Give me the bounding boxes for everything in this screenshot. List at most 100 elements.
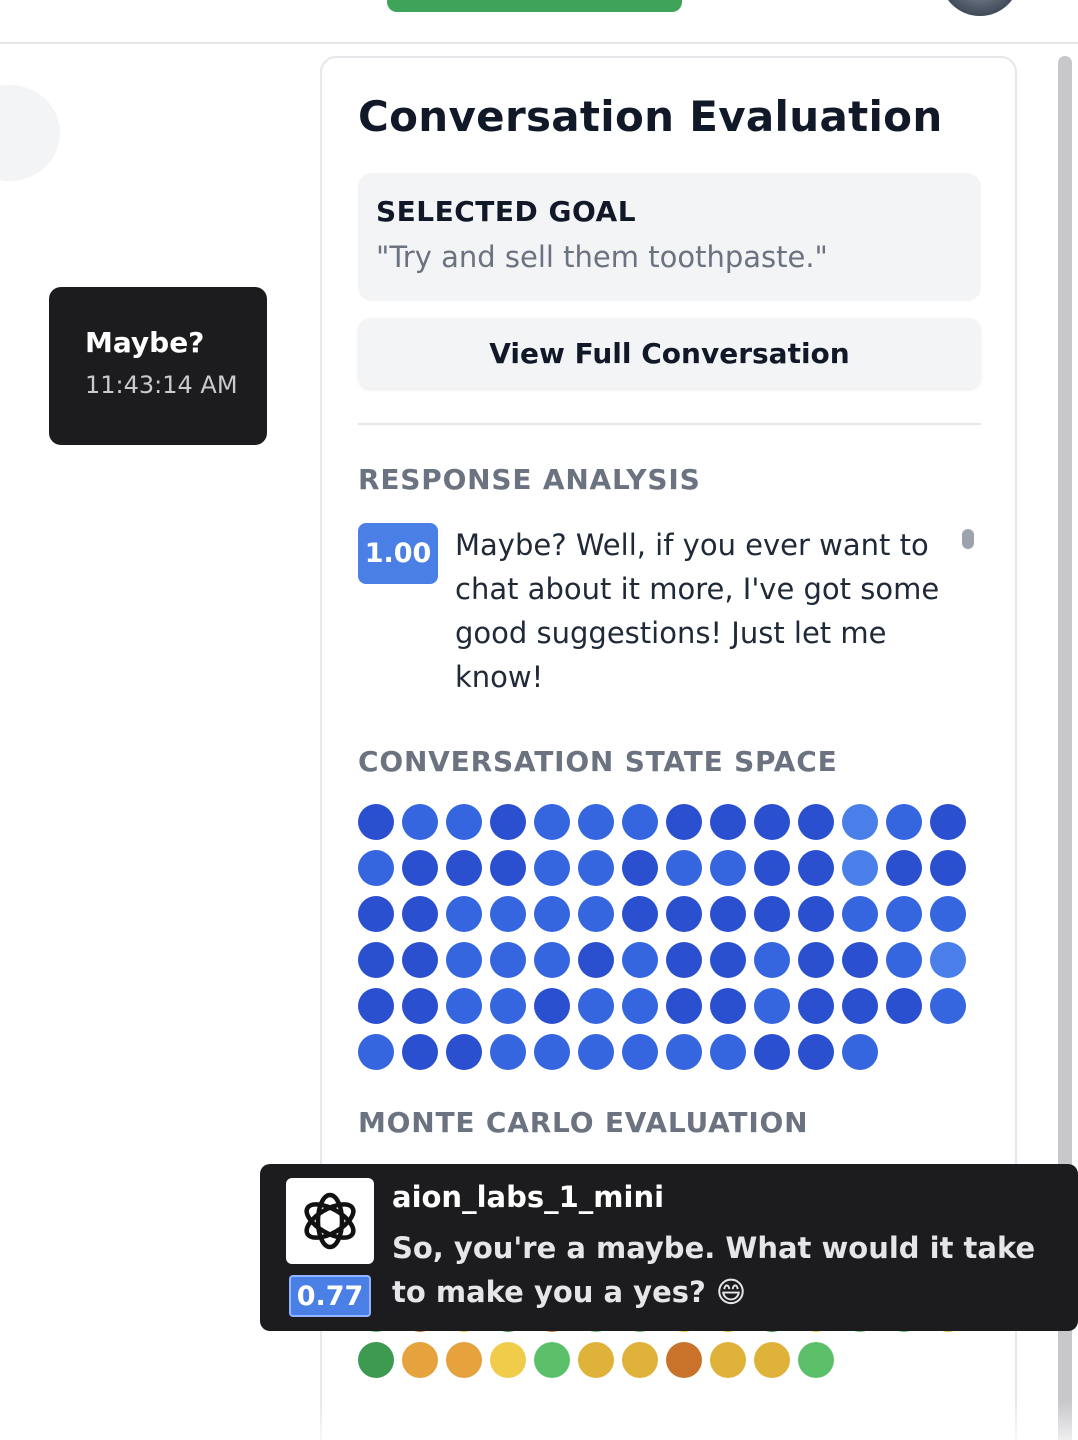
- state-dot[interactable]: [666, 1034, 702, 1070]
- state-dot[interactable]: [930, 942, 966, 978]
- state-dot[interactable]: [358, 896, 394, 932]
- state-dot[interactable]: [622, 1034, 658, 1070]
- state-dot[interactable]: [754, 896, 790, 932]
- state-dot[interactable]: [666, 896, 702, 932]
- state-dot[interactable]: [578, 850, 614, 886]
- state-dot[interactable]: [402, 988, 438, 1024]
- state-dot[interactable]: [710, 1034, 746, 1070]
- state-dot[interactable]: [402, 942, 438, 978]
- state-dot[interactable]: [358, 988, 394, 1024]
- monte-carlo-dot[interactable]: [490, 1342, 526, 1378]
- state-dot[interactable]: [578, 896, 614, 932]
- state-dot[interactable]: [842, 804, 878, 840]
- monte-carlo-dot[interactable]: [798, 1342, 834, 1378]
- state-dot[interactable]: [622, 804, 658, 840]
- state-dot[interactable]: [842, 1034, 878, 1070]
- state-dot[interactable]: [754, 850, 790, 886]
- state-dot[interactable]: [446, 896, 482, 932]
- state-dot[interactable]: [710, 896, 746, 932]
- state-dot[interactable]: [754, 942, 790, 978]
- state-dot[interactable]: [490, 942, 526, 978]
- top-action-button[interactable]: [387, 0, 682, 12]
- state-dot[interactable]: [666, 988, 702, 1024]
- state-dot[interactable]: [402, 850, 438, 886]
- state-dot[interactable]: [886, 804, 922, 840]
- monte-carlo-dot[interactable]: [754, 1342, 790, 1378]
- state-dot[interactable]: [886, 850, 922, 886]
- state-dot[interactable]: [710, 988, 746, 1024]
- state-dot[interactable]: [886, 988, 922, 1024]
- state-dot[interactable]: [446, 942, 482, 978]
- model-reply: So, you're a maybe. What would it take t…: [392, 1231, 1036, 1309]
- state-dot[interactable]: [402, 804, 438, 840]
- state-dot[interactable]: [490, 988, 526, 1024]
- state-dot[interactable]: [930, 804, 966, 840]
- state-dot[interactable]: [622, 896, 658, 932]
- state-dot[interactable]: [446, 988, 482, 1024]
- state-dot[interactable]: [578, 804, 614, 840]
- user-message-bubble[interactable]: Maybe? 11:43:14 AM: [49, 287, 267, 445]
- monte-carlo-dot[interactable]: [666, 1342, 702, 1378]
- state-dot[interactable]: [930, 850, 966, 886]
- avatar[interactable]: [940, 0, 1020, 16]
- state-dot[interactable]: [666, 850, 702, 886]
- state-dot[interactable]: [798, 988, 834, 1024]
- response-scrollbar[interactable]: [962, 529, 974, 549]
- state-dot[interactable]: [622, 988, 658, 1024]
- state-dot[interactable]: [798, 850, 834, 886]
- state-dot[interactable]: [358, 1034, 394, 1070]
- message-text: Maybe?: [85, 326, 205, 359]
- monte-carlo-dot[interactable]: [446, 1342, 482, 1378]
- state-dot[interactable]: [402, 896, 438, 932]
- state-dot[interactable]: [490, 1034, 526, 1070]
- state-dot[interactable]: [798, 804, 834, 840]
- state-dot[interactable]: [798, 1034, 834, 1070]
- state-dot[interactable]: [402, 1034, 438, 1070]
- monte-carlo-dot[interactable]: [578, 1342, 614, 1378]
- monte-carlo-dot[interactable]: [402, 1342, 438, 1378]
- state-dot[interactable]: [534, 1034, 570, 1070]
- state-dot[interactable]: [490, 896, 526, 932]
- monte-carlo-dot[interactable]: [710, 1342, 746, 1378]
- state-dot[interactable]: [446, 1034, 482, 1070]
- monte-carlo-dot[interactable]: [622, 1342, 658, 1378]
- state-dot[interactable]: [490, 850, 526, 886]
- state-dot[interactable]: [534, 804, 570, 840]
- state-dot[interactable]: [754, 804, 790, 840]
- state-dot[interactable]: [754, 1034, 790, 1070]
- state-dot[interactable]: [842, 942, 878, 978]
- state-dot[interactable]: [534, 850, 570, 886]
- state-dot[interactable]: [622, 942, 658, 978]
- monte-carlo-dot[interactable]: [534, 1342, 570, 1378]
- state-dot[interactable]: [358, 804, 394, 840]
- state-dot[interactable]: [534, 988, 570, 1024]
- state-dot[interactable]: [886, 896, 922, 932]
- state-dot[interactable]: [446, 850, 482, 886]
- state-dot[interactable]: [842, 850, 878, 886]
- state-dot[interactable]: [710, 942, 746, 978]
- state-dot[interactable]: [798, 896, 834, 932]
- monte-carlo-dot[interactable]: [358, 1342, 394, 1378]
- state-dot[interactable]: [358, 942, 394, 978]
- state-dot[interactable]: [578, 1034, 614, 1070]
- state-dot[interactable]: [622, 850, 658, 886]
- state-dot[interactable]: [798, 942, 834, 978]
- state-dot[interactable]: [842, 988, 878, 1024]
- state-dot[interactable]: [886, 942, 922, 978]
- state-dot[interactable]: [578, 942, 614, 978]
- state-dot[interactable]: [930, 988, 966, 1024]
- state-dot[interactable]: [754, 988, 790, 1024]
- state-dot[interactable]: [490, 804, 526, 840]
- state-dot[interactable]: [666, 942, 702, 978]
- state-dot[interactable]: [578, 988, 614, 1024]
- state-dot[interactable]: [930, 896, 966, 932]
- state-dot[interactable]: [534, 896, 570, 932]
- state-dot[interactable]: [446, 804, 482, 840]
- state-dot[interactable]: [710, 804, 746, 840]
- state-dot[interactable]: [534, 942, 570, 978]
- state-dot[interactable]: [842, 896, 878, 932]
- state-dot[interactable]: [666, 804, 702, 840]
- state-dot[interactable]: [710, 850, 746, 886]
- state-dot[interactable]: [358, 850, 394, 886]
- view-full-conversation-button[interactable]: View Full Conversation: [358, 318, 981, 388]
